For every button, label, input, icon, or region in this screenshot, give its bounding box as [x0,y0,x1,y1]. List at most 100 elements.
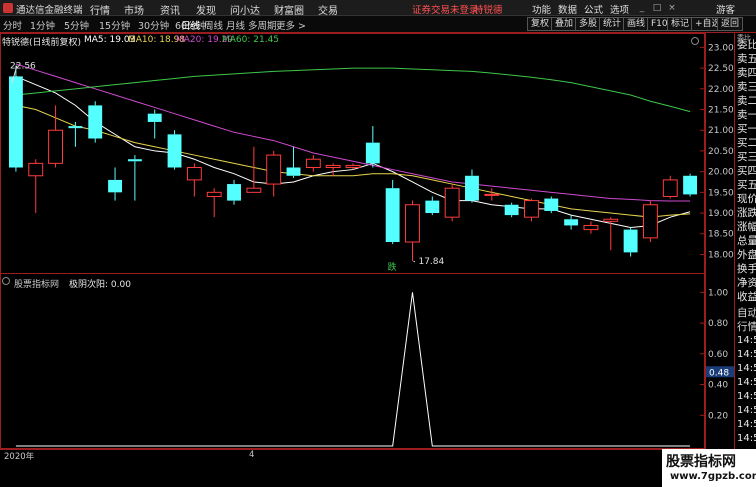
period-30min[interactable]: 30分钟 [138,18,169,32]
login-notice[interactable]: 证券交易未登录 [412,2,479,16]
candle[interactable] [68,121,83,147]
period-5min[interactable]: 5分钟 [64,18,89,32]
period-15min[interactable]: 15分钟 [99,18,130,32]
link-data[interactable]: 数据 [558,2,577,16]
gear-icon[interactable] [2,277,10,285]
ma5-line [15,75,691,229]
link-options[interactable]: 选项 [610,2,629,16]
candle-body [564,219,579,226]
candle[interactable] [266,150,282,197]
gear-icon[interactable] [691,37,699,45]
candle[interactable] [325,163,341,176]
candle[interactable] [365,126,380,168]
candle[interactable] [147,109,162,139]
candle[interactable] [108,167,122,201]
candle[interactable] [564,215,579,230]
period-multi[interactable]: 多周期 [248,18,277,32]
candle[interactable] [444,184,460,222]
candle[interactable] [167,130,182,170]
quote-label: 总量 [737,235,756,247]
candle-body [444,187,460,218]
candle-body [108,179,122,193]
candle[interactable] [642,200,658,243]
period-timeshare[interactable]: 分时 [3,18,22,32]
watermark-title: 股票指标网 [666,454,736,470]
candle[interactable] [425,196,440,216]
quote-label: 买一 [737,123,756,135]
indicator-line [15,292,691,447]
candle-body [365,142,380,164]
candle[interactable] [683,173,698,197]
candle[interactable] [48,105,64,168]
candle[interactable] [88,101,103,143]
quote-label: 卖四 [737,67,756,79]
back-button[interactable]: 返回 [717,17,744,31]
quote-label: 换手 [737,263,756,275]
candle[interactable] [186,163,202,197]
candle-body [147,113,162,122]
watermark: 股票指标网 www.7gpzb.com [662,449,756,487]
candle[interactable] [305,155,321,172]
candle[interactable] [662,175,678,199]
candle-body [246,187,262,193]
minimize-icon[interactable]: _ [637,3,647,13]
mark-button[interactable]: 标记 [667,17,694,31]
user-label[interactable]: 游客 [716,2,735,16]
signal-glyph: 跌 [388,262,397,273]
chart-frame [0,33,705,449]
watermark-url: www.7gpzb.com [670,471,756,482]
period-month[interactable]: 月线 [226,18,245,32]
adjust-button[interactable]: 复权 [527,17,554,31]
candle[interactable] [127,155,142,201]
candle[interactable] [28,159,44,214]
kline-chart[interactable]: 23.00 22.50 22.00 21.50 21.00 20.50 20.0… [0,33,734,449]
candle-body [504,204,519,216]
menu-news[interactable]: 资讯 [160,2,180,17]
menu-wealth[interactable]: 财富圈 [274,2,304,17]
statistics-button[interactable]: 统计 [599,17,626,31]
quote-label: 卖三 [737,81,756,93]
menu-discover[interactable]: 发现 [196,2,216,17]
link-functions[interactable]: 功能 [532,2,551,16]
close-icon[interactable]: × [667,3,677,13]
candle[interactable] [345,163,361,170]
menu-ask[interactable]: 问小达 [230,2,260,17]
candle-body [603,218,619,222]
candle[interactable] [465,169,479,203]
indicator-tick: 0.40 [708,381,728,391]
menu-market[interactable]: 市场 [124,2,144,17]
period-day[interactable]: 日线 [181,18,200,32]
auto-quote-header[interactable]: 自动 [737,305,756,320]
candle[interactable] [286,146,301,178]
multi-stock-button[interactable]: 多股 [575,17,602,31]
candle[interactable] [484,188,500,201]
candle-body [662,179,678,197]
candle[interactable] [504,202,519,218]
candle[interactable] [8,65,23,172]
candle[interactable] [206,188,222,218]
price-tick: 18.00 [708,250,734,260]
candle[interactable] [227,179,241,205]
period-1min[interactable]: 1分钟 [30,18,55,32]
candle[interactable] [544,196,559,214]
candle[interactable] [524,198,539,222]
date-label: 4 [249,450,255,460]
current-stock-tag: 特锐德 [474,5,503,16]
quote-label: 卖五 [737,53,756,65]
period-more[interactable]: 更多 > [276,18,306,32]
overlay-button[interactable]: 叠加 [551,17,578,31]
maximize-icon[interactable]: □ [652,3,662,13]
menu-trade[interactable]: 交易 [318,2,338,17]
tick-time: 14:5 [737,335,756,346]
candle[interactable] [623,227,638,257]
draw-line-button[interactable]: 画线 [623,17,650,31]
candle[interactable] [405,200,420,262]
candle[interactable] [246,146,262,193]
candle-body [484,193,500,196]
price-tick: 20.50 [708,147,734,157]
link-formula[interactable]: 公式 [584,2,603,16]
menu-market-quotes[interactable]: 行情 [90,2,110,17]
candle[interactable] [583,221,599,234]
period-week[interactable]: 周线 [204,18,223,32]
candle[interactable] [385,179,400,245]
